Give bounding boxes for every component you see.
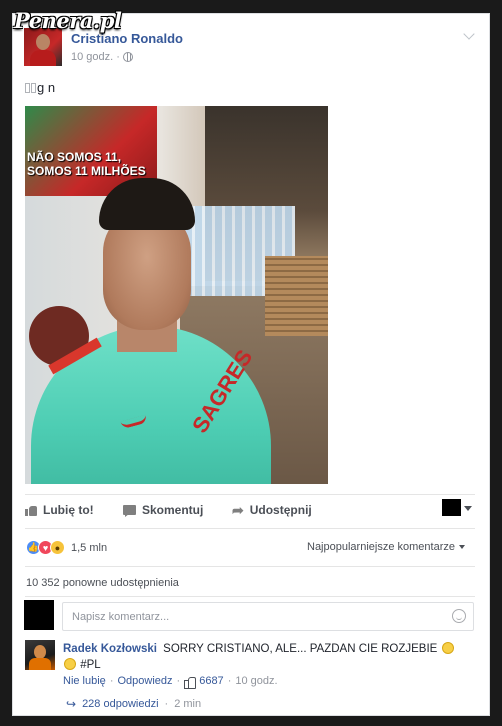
comment-icon [123,505,136,517]
divider [25,494,475,495]
thumbs-up-icon [25,504,37,516]
thumbs-up-icon [184,676,197,689]
top-comment: Radek Kozłowski SORRY CRISTIANO, ALE... … [63,641,461,673]
photo-poster-text: NÃO SOMOS 11, SOMOS 11 MILHÕES [27,150,146,178]
reactions-summary[interactable]: 👍 ♥ ● 1,5 mln [26,540,107,555]
smile-emoji-icon [64,658,76,670]
divider [25,596,475,597]
commenter-avatar-face [34,645,46,659]
watermark: Penera.pl [14,8,122,33]
comment-button[interactable]: Skomentuj [123,502,203,518]
smile-emoji-icon [441,642,454,654]
author-avatar[interactable] [24,28,62,66]
comment-likes-count[interactable]: 6687 [199,675,223,687]
comment-actions: Nie lubię · Odpowiedz · 6687 · 10 godz. [63,675,278,689]
comment-time[interactable]: 10 godz. [235,675,277,687]
commenter-avatar-body [29,658,51,670]
shares-count[interactable]: 10 352 ponowne udostępnienia [26,577,179,589]
share-button[interactable]: ➦ Udostępnij [232,502,312,518]
missing-glyph-icon [31,82,36,93]
post-time[interactable]: 10 godz. [71,51,113,63]
comment-text: SORRY CRISTIANO, ALE... PAZDAN CIE ROZJE… [163,643,438,655]
post-author[interactable]: Cristiano Ronaldo [71,31,183,46]
caret-down-icon[interactable] [464,506,472,511]
current-user-avatar [24,600,54,630]
meta-separator: · [116,51,120,63]
view-replies-link[interactable]: ↪ 228 odpowiedzi · 2 min [66,697,201,711]
separator: · [164,698,169,710]
comment-hashtag[interactable]: #PL [80,659,100,671]
comment-input[interactable] [62,602,474,631]
wow-reaction-icon: ● [50,540,65,555]
smiley-icon[interactable] [452,609,466,623]
commenter-avatar[interactable] [25,640,55,670]
share-arrow-icon: ➦ [232,501,244,518]
post-as-selector-avatar[interactable] [442,499,461,516]
share-button-label: Udostępnij [249,503,312,517]
reactions-count: 1,5 mln [71,541,108,554]
globe-icon[interactable] [122,52,133,62]
like-button-label: Lubię to! [43,503,94,517]
comment-sort-dropdown[interactable]: Najpopularniejsze komentarze [307,541,465,553]
divider [25,566,475,567]
post-text: g n [25,80,55,95]
avatar-face [36,34,50,50]
post-meta: 10 godz. · [71,51,133,63]
post-text-content: g n [37,80,56,95]
comment-dislike-link[interactable]: Nie lubię [63,675,106,687]
missing-glyph-icon [25,82,30,93]
avatar-shirt [30,50,56,66]
comment-reply-link[interactable]: Odpowiedz [117,675,172,687]
post-photo[interactable]: NÃO SOMOS 11, SOMOS 11 MILHÕES SAGRES [25,106,328,484]
replies-time: 2 min [174,698,202,710]
separator: · [176,675,181,687]
divider [25,528,475,529]
replies-count: 228 odpowiedzi [82,698,159,710]
commenter-name[interactable]: Radek Kozłowski [63,643,157,655]
separator: · [227,675,232,687]
like-button[interactable]: Lubię to! [25,502,94,518]
separator: · [109,675,114,687]
caret-down-icon [458,545,465,549]
reply-arrow-icon: ↪ [66,697,77,711]
photo-basket [265,256,328,336]
comment-sort-label: Najpopularniejsze komentarze [307,541,455,553]
comment-button-label: Skomentuj [142,503,204,517]
